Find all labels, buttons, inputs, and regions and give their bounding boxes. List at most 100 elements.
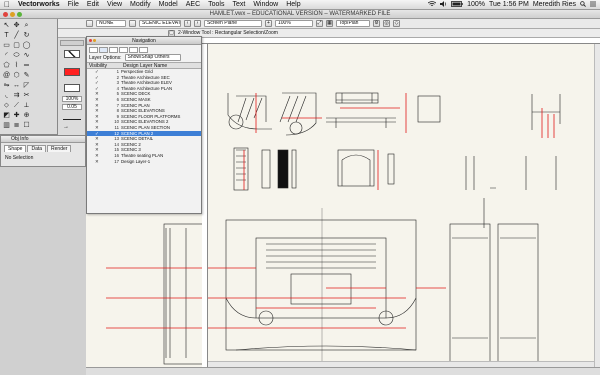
previous-view-button[interactable]: ‹ <box>184 20 191 27</box>
opacity-field[interactable]: 100% <box>62 96 82 102</box>
circle-tool-icon[interactable]: ◯ <box>22 41 31 50</box>
offset-tool-icon[interactable]: ⇉ <box>12 91 21 100</box>
platform-detail <box>336 93 378 103</box>
locus-tool-icon[interactable]: ✚ <box>12 111 21 120</box>
clip-tool-icon[interactable]: ◩ <box>2 111 11 120</box>
search-icon[interactable] <box>580 0 586 9</box>
reshape-tool-icon[interactable]: ⬦ <box>2 101 11 110</box>
layer-visibility-toggle[interactable]: ✕ <box>87 159 111 165</box>
battery-icon[interactable] <box>451 0 463 9</box>
zoom-in-button[interactable]: + <box>265 20 272 27</box>
view-combo[interactable]: Screen Plane <box>204 20 262 27</box>
fillet-tool-icon[interactable]: ◟ <box>2 91 11 100</box>
tab-render[interactable]: Render <box>47 145 72 152</box>
minimize-window-button[interactable] <box>10 12 15 17</box>
callout-tool-icon[interactable]: ☐ <box>22 121 31 130</box>
rounded-rect-tool-icon[interactable]: ▢ <box>12 41 21 50</box>
trim-tool-icon[interactable]: ✂ <box>22 91 31 100</box>
red-lines-mid <box>243 150 379 190</box>
oval-tool-icon[interactable]: ⬭ <box>12 51 21 60</box>
line-weight-field[interactable]: 0.05 <box>62 104 82 110</box>
regular-polygon-tool-icon[interactable]: ⬡ <box>12 71 21 80</box>
wall-tool-icon[interactable]: ▥ <box>2 121 11 130</box>
layer-combo[interactable]: SCENIC ELEVATIONS <box>139 20 181 27</box>
stair-tool-icon[interactable]: ≣ <box>12 121 21 130</box>
zoom-tool-icon[interactable]: ⌕ <box>22 21 31 30</box>
freehand-tool-icon[interactable]: ∿ <box>22 51 31 60</box>
tab-saved-views[interactable] <box>129 47 138 53</box>
close-window-button[interactable] <box>3 12 8 17</box>
pen-color-swatch[interactable] <box>64 84 80 92</box>
layer-options-combo[interactable]: Show/Snap Others <box>124 54 181 61</box>
fill-color-swatch[interactable] <box>64 68 80 76</box>
spiral-tool-icon[interactable]: @ <box>2 71 11 80</box>
polyline-tool-icon[interactable]: ⌇ <box>12 61 21 70</box>
menu-help[interactable]: Help <box>282 1 304 8</box>
class-combo[interactable]: NONE <box>96 20 126 27</box>
menu-edit[interactable]: Edit <box>83 1 103 8</box>
selection-tool-icon[interactable]: ↖ <box>2 21 11 30</box>
render-combo[interactable]: Top/Plan <box>336 20 370 27</box>
active-class-icon[interactable] <box>86 20 93 27</box>
eyedropper-tool-icon[interactable]: ✎ <box>22 71 31 80</box>
name-column-header[interactable]: Design Layer Name <box>121 63 167 69</box>
tab-data[interactable]: Data <box>27 145 47 152</box>
flyover-button[interactable]: ◎ <box>383 20 390 27</box>
next-view-button[interactable]: › <box>194 20 201 27</box>
split-tool-icon[interactable]: ⟋ <box>12 101 21 110</box>
tab-sheet-layers[interactable] <box>109 47 118 53</box>
wifi-icon[interactable] <box>427 0 437 9</box>
double-line-tool-icon[interactable]: ═ <box>22 61 31 70</box>
tab-shape[interactable]: Shape <box>4 145 27 152</box>
menu-view[interactable]: View <box>103 1 126 8</box>
vertical-scrollbar[interactable] <box>594 44 600 367</box>
layer-list: ✓ 1 Perspective Grid ✓ 2 Theatre Architecture… <box>87 69 201 164</box>
arrowhead-icon[interactable]: → <box>63 124 81 130</box>
tab-references[interactable] <box>139 47 148 53</box>
menu-window[interactable]: Window <box>249 1 282 8</box>
menu-model[interactable]: Model <box>155 1 182 8</box>
pan-tool-icon[interactable]: ✥ <box>12 21 21 30</box>
tab-classes[interactable] <box>89 47 98 53</box>
fit-to-objects-button[interactable]: ⤢ <box>316 20 323 27</box>
visibility-column-header[interactable]: Visibility <box>87 63 121 69</box>
walkthrough-button[interactable]: ◇ <box>393 20 400 27</box>
fill-style-swatch[interactable] <box>64 50 80 58</box>
menu-file[interactable]: File <box>64 1 83 8</box>
menu-text[interactable]: Text <box>228 1 249 8</box>
post-elevation <box>387 153 395 185</box>
arc-tool-icon[interactable]: ◜ <box>2 51 11 60</box>
zoom-window-button[interactable] <box>17 12 22 17</box>
apple-menu-icon[interactable]:  <box>0 0 14 9</box>
polygon-tool-icon[interactable]: ⬠ <box>2 61 11 70</box>
rectangle-tool-icon[interactable]: ▭ <box>2 41 11 50</box>
tab-design-layers[interactable] <box>99 47 108 53</box>
menu-tools[interactable]: Tools <box>204 1 228 8</box>
flat-elevations <box>465 156 557 190</box>
notifications-icon[interactable] <box>590 1 596 9</box>
layer-row[interactable]: ✕ 17 Design Layer-1 <box>87 159 201 165</box>
volume-icon[interactable] <box>440 0 447 9</box>
palette-minimize-button[interactable] <box>93 39 96 42</box>
menu-vectorworks[interactable]: Vectorworks <box>14 1 64 8</box>
symbol-tool-icon[interactable]: ⊕ <box>22 111 31 120</box>
menu-modify[interactable]: Modify <box>126 1 155 8</box>
user-name[interactable]: Meredith Ries <box>533 1 576 8</box>
line-tool-icon[interactable]: ╱ <box>12 31 21 40</box>
mirror-tool-icon[interactable]: ⇋ <box>2 81 11 90</box>
line-type-icon[interactable] <box>63 114 81 120</box>
dimension-tool-icon[interactable]: ↔ <box>12 81 21 90</box>
view-options-button[interactable]: ⚙ <box>373 20 380 27</box>
menu-aec[interactable]: AEC <box>182 1 204 8</box>
text-tool-icon[interactable]: T <box>2 31 11 40</box>
rotate-tool-icon[interactable]: ↻ <box>22 31 31 40</box>
chamfer-tool-icon[interactable]: ◸ <box>22 81 31 90</box>
connect-tool-icon[interactable]: ⟂ <box>22 101 31 110</box>
panel-2 <box>261 149 271 189</box>
active-layer-icon[interactable] <box>129 20 136 27</box>
zoom-combo[interactable]: 100% <box>275 20 313 27</box>
palette-close-button[interactable] <box>89 39 92 42</box>
tab-viewports[interactable] <box>119 47 128 53</box>
render-mode-icon[interactable]: ▦ <box>326 20 333 27</box>
clock[interactable]: Tue 1:56 PM <box>489 1 529 8</box>
